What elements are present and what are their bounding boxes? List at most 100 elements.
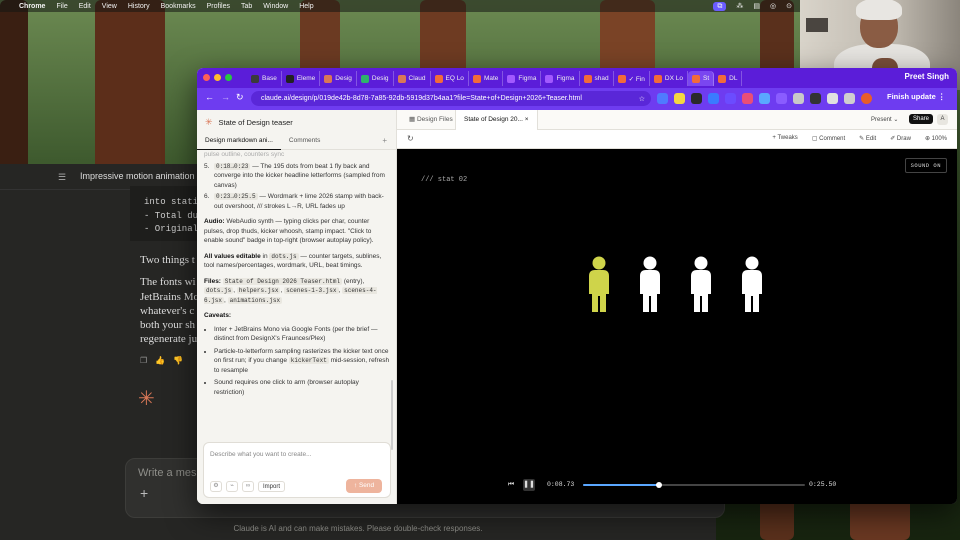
copy-icon[interactable]: ❐	[140, 356, 147, 365]
comment-button[interactable]: ▢ Comment	[812, 135, 845, 142]
forward-icon[interactable]: →	[221, 92, 230, 102]
audio-text: WebAudio synth — typing clicks per char,…	[204, 218, 374, 244]
extension-icon[interactable]	[691, 93, 702, 104]
wall-frame	[806, 18, 828, 32]
browser-tab[interactable]: shad	[580, 71, 614, 86]
settings-icon[interactable]: ⚙	[210, 481, 222, 492]
tab-design-files[interactable]: ▦ Design Files	[401, 110, 461, 130]
browser-tab[interactable]: Desig	[357, 71, 394, 86]
browser-tab[interactable]: EQ Lo	[431, 71, 469, 86]
step-number: 5.	[204, 162, 210, 170]
split-view-icon[interactable]	[844, 93, 855, 104]
menubar-app-name[interactable]: Chrome	[19, 3, 45, 10]
draw-button[interactable]: ✐ Draw	[890, 135, 911, 142]
browser-tab[interactable]: Figma	[503, 71, 542, 86]
extension-icon[interactable]	[725, 93, 736, 104]
tab-state-of-design[interactable]: State of Design 20... ×	[455, 110, 538, 130]
claude-logo-icon[interactable]: ✳	[205, 117, 213, 128]
finish-update-button[interactable]: Finish update ⋮	[887, 92, 945, 101]
tab-design-markdown[interactable]: Design markdown ani...	[197, 132, 281, 150]
address-bar[interactable]: claude.ai/design/p/019de42b-8d78-7a85-92…	[251, 91, 651, 106]
project-title[interactable]: State of Design teaser	[219, 118, 293, 127]
browser-tab[interactable]: Mate	[469, 71, 504, 86]
extension-icon[interactable]	[810, 93, 821, 104]
puzzle-extensions-icon[interactable]	[793, 93, 804, 104]
bookmark-star-icon[interactable]: ☆	[639, 95, 645, 103]
browser-tab[interactable]: DX Lo	[650, 71, 688, 86]
extension-icon[interactable]	[742, 93, 753, 104]
zoom-window-icon[interactable]	[225, 74, 232, 81]
send-label: Send	[358, 482, 375, 489]
add-tab-icon[interactable]: +	[382, 136, 387, 145]
extensions-area	[657, 93, 872, 104]
menubar-item-bookmarks[interactable]: Bookmarks	[161, 3, 196, 10]
tab-comments[interactable]: Comments	[281, 132, 328, 150]
extension-icon[interactable]	[674, 93, 685, 104]
menubar-item-help[interactable]: Help	[299, 3, 313, 10]
menu-icon[interactable]: ☰	[58, 172, 66, 183]
close-window-icon[interactable]	[203, 74, 210, 81]
browser-toolbar: ← → ↻ claude.ai/design/p/019de42b-8d78-7…	[197, 88, 957, 110]
share-button[interactable]: Share	[909, 114, 934, 124]
present-button[interactable]: Present ⌄	[871, 116, 898, 123]
menubar-item-window[interactable]: Window	[263, 3, 288, 10]
browser-tabs: Base Eleme Desig Desig Claud EQ Lo Mate Figma Fi…	[247, 71, 743, 88]
prompt-composer[interactable]: Describe what you want to create... ⚙ ⌁ …	[203, 442, 391, 498]
browser-tab[interactable]: Claud	[394, 71, 431, 86]
chat-scrollbar[interactable]	[391, 380, 393, 450]
status-icon[interactable]: ◎	[770, 2, 776, 10]
link-icon[interactable]: ∞	[242, 481, 254, 492]
status-icon[interactable]: ⊙	[786, 2, 792, 10]
file-chip: State of Design 2026 Teaser.html	[222, 277, 343, 285]
extension-icon[interactable]	[708, 93, 719, 104]
skip-back-icon[interactable]: ⏮	[505, 479, 517, 491]
message-text: whatever's c	[140, 305, 195, 317]
extension-icon[interactable]	[827, 93, 838, 104]
minimize-window-icon[interactable]	[214, 74, 221, 81]
browser-tab[interactable]: DL	[714, 71, 743, 86]
animation-canvas[interactable]: /// stat 02 SOUND ON ⏮ ❚❚ 0:08.73 0:25.5…	[397, 149, 957, 504]
menubar-item-edit[interactable]: Edit	[79, 3, 91, 10]
extension-icon[interactable]	[657, 93, 668, 104]
browser-tab[interactable]: Figma	[541, 71, 580, 86]
status-icon[interactable]: ⁂	[736, 2, 743, 10]
attach-icon[interactable]: ⌁	[226, 481, 238, 492]
list-item: 5. 0:18→0:23 — The 195 dots from beat 1 …	[204, 162, 390, 191]
menubar-item-profiles[interactable]: Profiles	[207, 3, 230, 10]
menubar-item-file[interactable]: File	[56, 3, 67, 10]
back-icon[interactable]: ←	[205, 92, 214, 102]
browser-tab[interactable]: St	[688, 71, 715, 86]
thumbs-up-icon[interactable]: 👍	[155, 356, 165, 365]
browser-tab[interactable]: Base	[247, 71, 282, 86]
extension-icon[interactable]	[759, 93, 770, 104]
pause-icon[interactable]: ❚❚	[523, 479, 535, 491]
video-caption-name: Preet Singh	[904, 72, 949, 81]
plus-icon[interactable]: +	[140, 485, 148, 501]
menubar-item-view[interactable]: View	[102, 3, 117, 10]
reload-icon[interactable]: ↻	[236, 92, 244, 103]
menubar-item-history[interactable]: History	[128, 3, 150, 10]
tab-favicon-icon	[507, 74, 516, 83]
scrubber-handle[interactable]	[655, 482, 662, 488]
screen-record-icon[interactable]: ⧉	[713, 1, 727, 11]
browser-tab[interactable]: ✓ Fin	[614, 71, 650, 86]
sound-badge[interactable]: SOUND ON	[904, 158, 947, 173]
send-button[interactable]: ↑ Send	[346, 479, 382, 493]
scrubber-track[interactable]	[583, 482, 805, 488]
tweaks-button[interactable]: + Tweaks	[772, 135, 797, 142]
browser-tab-label: DX Lo	[664, 75, 683, 82]
profile-avatar[interactable]	[861, 93, 872, 104]
zoom-level[interactable]: ⊕ 100%	[925, 135, 947, 142]
refresh-icon[interactable]: ↻	[407, 134, 414, 143]
status-icon[interactable]: ▤	[753, 2, 760, 10]
files-entry-note: (entry),	[342, 277, 365, 285]
browser-tab[interactable]: Desig	[320, 71, 357, 86]
edit-button[interactable]: ✎ Edit	[859, 135, 876, 142]
avatar[interactable]: A	[937, 114, 948, 125]
import-button[interactable]: Import	[258, 481, 286, 492]
browser-tab[interactable]: Eleme	[282, 71, 321, 86]
thumbs-down-icon[interactable]: 👎	[173, 356, 183, 365]
menubar-item-tab[interactable]: Tab	[241, 3, 252, 10]
close-tab-icon[interactable]: ×	[525, 116, 529, 123]
extension-icon[interactable]	[776, 93, 787, 104]
